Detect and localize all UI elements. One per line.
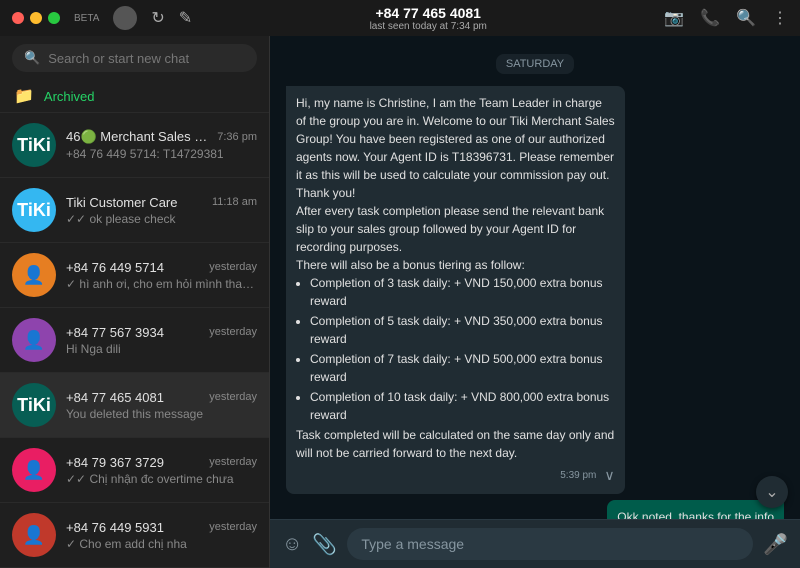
date-divider: SATURDAY <box>286 54 784 72</box>
minimize-button[interactable] <box>30 12 42 24</box>
mic-icon[interactable]: 🎤 <box>763 532 788 557</box>
traffic-lights <box>12 12 60 24</box>
menu-icon[interactable]: ⋮ <box>772 8 788 28</box>
voice-call-icon[interactable]: 📞 <box>700 8 720 28</box>
chat-item-content: +84 76 449 5714 yesterday ✓ hì anh ơi, c… <box>66 260 257 291</box>
chat-item-top: 46🟢 Merchant Sales Group 7:36 pm <box>66 129 257 145</box>
chat-list-item[interactable]: TiKi Tiki Customer Care 11:18 am ✓✓ ok p… <box>0 178 269 243</box>
chat-item-top: +84 79 367 3729 yesterday <box>66 455 257 470</box>
chat-status: last seen today at 7:34 pm <box>370 21 487 32</box>
chat-list-item[interactable]: 👤 +84 79 367 3729 yesterday ✓✓ Chị nhận … <box>0 438 269 503</box>
main-layout: 🔍 📁 Archived TiKi 46🟢 Merchant Sales Gro… <box>0 36 800 568</box>
chat-item-preview: You deleted this message <box>66 407 257 421</box>
chat-input-bar: ☺ 📎 🎤 <box>270 519 800 568</box>
chat-item-preview: Hi Nga dili <box>66 342 257 356</box>
chat-avatar: TiKi <box>12 383 56 427</box>
chat-avatar: TiKi <box>12 123 56 167</box>
message-bubble: Okk noted. thanks for the info 5:40 pm ✓… <box>607 500 784 519</box>
archived-row[interactable]: 📁 Archived <box>0 80 269 113</box>
refresh-icon[interactable]: ↻ <box>151 8 164 28</box>
message-text: Okk noted. thanks for the info <box>617 508 774 519</box>
sidebar: 🔍 📁 Archived TiKi 46🟢 Merchant Sales Gro… <box>0 36 270 568</box>
compose-icon[interactable]: ✎ <box>179 8 192 28</box>
chat-item-time: yesterday <box>209 261 257 273</box>
chat-avatar: TiKi <box>12 188 56 232</box>
chat-item-time: yesterday <box>209 456 257 468</box>
archive-icon: 📁 <box>14 86 34 106</box>
chat-item-content: 46🟢 Merchant Sales Group 7:36 pm +84 76 … <box>66 129 257 161</box>
chat-item-time: 7:36 pm <box>217 131 257 143</box>
chat-item-name: +84 76 449 5714 <box>66 260 164 275</box>
chat-item-top: +84 77 567 3934 yesterday <box>66 325 257 340</box>
chat-area: SATURDAY Hi, my name is Christine, I am … <box>270 36 800 568</box>
chat-item-preview: ✓ Cho em add chị nha <box>66 537 257 551</box>
chat-avatar: 👤 <box>12 253 56 297</box>
chat-item-time: yesterday <box>209 521 257 533</box>
titlebar-center: +84 77 465 4081 last seen today at 7:34 … <box>202 5 654 32</box>
search-icon[interactable]: 🔍 <box>736 8 756 28</box>
video-call-icon[interactable]: 📷 <box>664 8 684 28</box>
chat-avatar: 👤 <box>12 318 56 362</box>
chat-item-content: Tiki Customer Care 11:18 am ✓✓ ok please… <box>66 195 257 226</box>
beta-label: BETA <box>74 13 99 24</box>
chat-item-preview: ✓✓ ok please check <box>66 212 257 226</box>
chat-item-preview: +84 76 449 5714: T14729381 <box>66 147 257 161</box>
chat-avatar: 👤 <box>12 513 56 557</box>
chat-messages: SATURDAY Hi, my name is Christine, I am … <box>270 36 800 519</box>
chat-item-top: Tiki Customer Care 11:18 am <box>66 195 257 210</box>
chat-list: TiKi 46🟢 Merchant Sales Group 7:36 pm +8… <box>0 113 269 568</box>
chat-list-item[interactable]: 👤 +84 76 449 5931 yesterday ✓ Cho em add… <box>0 503 269 568</box>
chat-list-item[interactable]: 👤 +84 77 567 3934 yesterday Hi Nga dili <box>0 308 269 373</box>
bonus-list: Completion of 3 task daily: + VND 150,00… <box>296 274 615 424</box>
archived-label: Archived <box>44 89 95 104</box>
fullscreen-button[interactable] <box>48 12 60 24</box>
titlebar-left-icons: ↻ ✎ <box>151 8 192 28</box>
collapse-indicator[interactable]: ∨ <box>604 465 614 486</box>
chat-item-time: 11:18 am <box>212 196 257 208</box>
search-icon: 🔍 <box>24 50 40 66</box>
chat-item-name: Tiki Customer Care <box>66 195 177 210</box>
chat-item-time: yesterday <box>209 391 257 403</box>
chat-list-item[interactable]: 👤 +84 76 449 5714 yesterday ✓ hì anh ơi,… <box>0 243 269 308</box>
message-input[interactable] <box>347 528 753 560</box>
chat-item-preview: ✓ hì anh ơi, cho em hỏi mình tham gia cá… <box>66 277 257 291</box>
avatar <box>113 6 137 30</box>
message-time: 5:39 pm ∨ <box>296 465 615 486</box>
message-text: Hi, my name is Christine, I am the Team … <box>296 94 615 462</box>
search-section: 🔍 <box>0 36 269 80</box>
chat-item-top: +84 77 465 4081 yesterday <box>66 390 257 405</box>
titlebar: BETA ↻ ✎ +84 77 465 4081 last seen today… <box>0 0 800 36</box>
close-button[interactable] <box>12 12 24 24</box>
chat-item-name: +84 77 465 4081 <box>66 390 164 405</box>
scroll-down-button[interactable]: ⌄ <box>756 476 788 508</box>
titlebar-right-icons: 📷 📞 🔍 ⋮ <box>664 8 788 28</box>
chat-item-name: 46🟢 Merchant Sales Group <box>66 129 216 145</box>
chat-item-content: +84 77 465 4081 yesterday You deleted th… <box>66 390 257 421</box>
chat-item-preview: ✓✓ Chị nhận đc overtime chưa <box>66 472 257 486</box>
chat-item-name: +84 77 567 3934 <box>66 325 164 340</box>
chat-avatar: 👤 <box>12 448 56 492</box>
chat-item-content: +84 76 449 5931 yesterday ✓ Cho em add c… <box>66 520 257 551</box>
chat-item-name: +84 79 367 3729 <box>66 455 164 470</box>
chat-list-item[interactable]: TiKi +84 77 465 4081 yesterday You delet… <box>0 373 269 438</box>
chat-list-item[interactable]: TiKi 46🟢 Merchant Sales Group 7:36 pm +8… <box>0 113 269 178</box>
chat-item-time: yesterday <box>209 326 257 338</box>
chat-item-content: +84 77 567 3934 yesterday Hi Nga dili <box>66 325 257 356</box>
chat-title-phone: +84 77 465 4081 <box>375 5 481 21</box>
chat-item-content: +84 79 367 3729 yesterday ✓✓ Chị nhận đc… <box>66 455 257 486</box>
search-box[interactable]: 🔍 <box>12 44 257 72</box>
chat-item-top: +84 76 449 5714 yesterday <box>66 260 257 275</box>
search-input[interactable] <box>48 51 245 66</box>
message-bubble: Hi, my name is Christine, I am the Team … <box>286 86 625 494</box>
chat-item-top: +84 76 449 5931 yesterday <box>66 520 257 535</box>
attach-icon[interactable]: 📎 <box>312 532 337 557</box>
emoji-icon[interactable]: ☺ <box>282 533 302 556</box>
chat-item-name: +84 76 449 5931 <box>66 520 164 535</box>
